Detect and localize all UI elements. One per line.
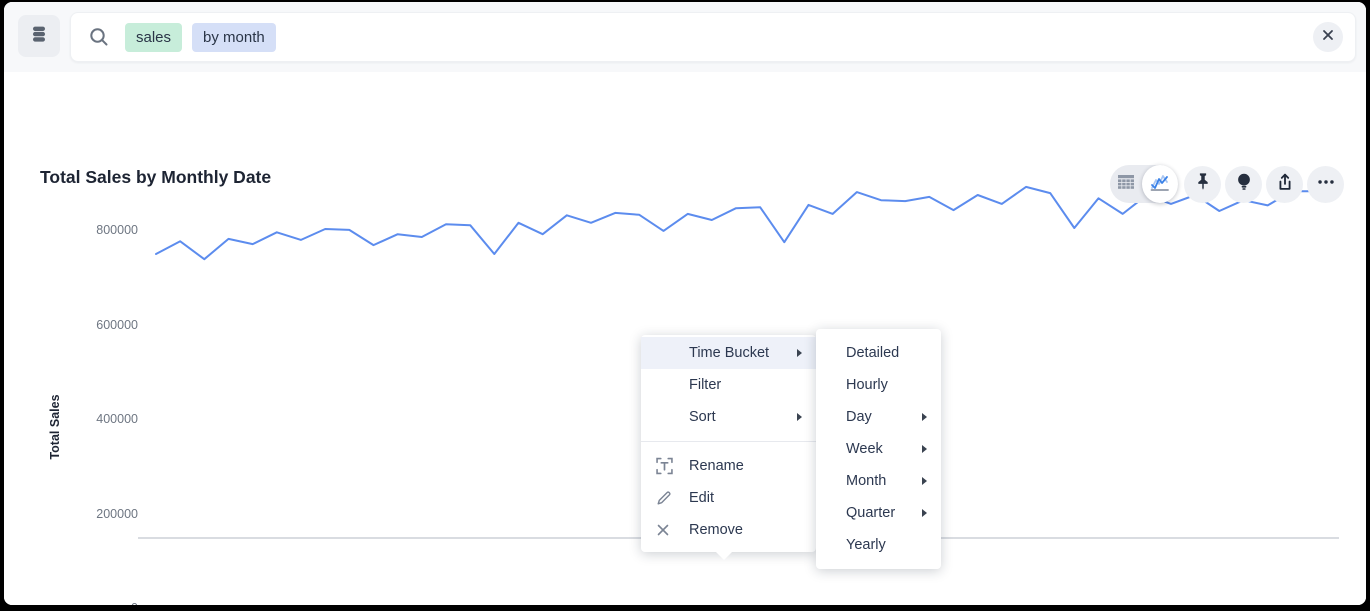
y-tick-label: 0	[58, 601, 138, 607]
menu-divider	[641, 441, 816, 442]
menu-item-rename[interactable]: Rename	[641, 450, 816, 482]
bulb-icon	[1233, 171, 1255, 198]
menu-item-label: Rename	[689, 458, 744, 474]
menu-item-label: Month	[846, 473, 886, 489]
chevron-right-icon	[797, 349, 802, 357]
pin-icon	[1192, 171, 1214, 198]
database-icon	[29, 24, 49, 49]
y-tick-label: 400000	[58, 412, 138, 426]
menu-item-label: Remove	[689, 522, 743, 538]
chevron-right-icon	[922, 413, 927, 421]
menu-item-remove[interactable]: Remove	[641, 514, 816, 546]
menu-item-label: Yearly	[846, 537, 886, 553]
share-button[interactable]	[1266, 166, 1303, 203]
clear-search-button[interactable]	[1313, 22, 1343, 52]
chevron-right-icon	[922, 445, 927, 453]
pin-button[interactable]	[1184, 166, 1221, 203]
submenu-item-detailed[interactable]: Detailed	[816, 337, 941, 369]
table-view-icon	[1116, 172, 1136, 197]
chart-toolbar	[1110, 165, 1344, 203]
menu-item-label: Hourly	[846, 377, 888, 393]
menu-item-label: Day	[846, 409, 872, 425]
menu-item-label: Detailed	[846, 345, 899, 361]
menu-item-label: Edit	[689, 490, 714, 506]
menu-item-edit[interactable]: Edit	[641, 482, 816, 514]
submenu-item-yearly[interactable]: Yearly	[816, 529, 941, 561]
more-icon	[1315, 171, 1337, 198]
chevron-right-icon	[922, 477, 927, 485]
menu-item-filter[interactable]: Filter	[641, 369, 816, 401]
rename-icon	[656, 458, 673, 475]
submenu-item-hourly[interactable]: Hourly	[816, 369, 941, 401]
search-tokens: sales by month	[125, 23, 1313, 52]
y-tick-label: 200000	[58, 507, 138, 521]
chevron-right-icon	[797, 413, 802, 421]
chart-title: Total Sales by Monthly Date	[40, 167, 271, 188]
menu-item-label: Filter	[689, 377, 721, 393]
view-toggle	[1110, 165, 1178, 203]
top-search-bar: sales by month	[4, 2, 1366, 72]
time-bucket-submenu: Detailed Hourly Day Week Month Quarter Yearly	[816, 329, 941, 569]
insights-button[interactable]	[1225, 166, 1262, 203]
search-token[interactable]: by month	[192, 23, 276, 52]
menu-item-sort[interactable]: Sort	[641, 401, 816, 433]
search-input[interactable]: sales by month	[70, 12, 1356, 62]
submenu-item-month[interactable]: Month	[816, 465, 941, 497]
chart-view-icon	[1149, 171, 1171, 198]
menu-item-label: Sort	[689, 409, 716, 425]
more-options-button[interactable]	[1307, 166, 1344, 203]
submenu-item-quarter[interactable]: Quarter	[816, 497, 941, 529]
app-window: sales by month Total Sales by Monthly Dat…	[2, 0, 1368, 607]
chart-view-button[interactable]	[1142, 165, 1178, 203]
x-icon	[656, 523, 670, 537]
close-icon	[1321, 28, 1335, 47]
table-view-button[interactable]	[1110, 165, 1142, 203]
y-tick-label: 600000	[58, 318, 138, 332]
menu-item-label: Quarter	[846, 505, 895, 521]
y-axis-title: Total Sales	[48, 394, 62, 459]
y-tick-label: 800000	[58, 223, 138, 237]
search-icon	[87, 25, 111, 49]
menu-item-label: Time Bucket	[689, 345, 769, 361]
data-source-button[interactable]	[18, 15, 60, 57]
menu-item-time-bucket[interactable]: Time Bucket	[641, 337, 816, 369]
submenu-item-day[interactable]: Day	[816, 401, 941, 433]
search-token[interactable]: sales	[125, 23, 182, 52]
submenu-item-week[interactable]: Week	[816, 433, 941, 465]
menu-item-label: Week	[846, 441, 883, 457]
share-icon	[1274, 171, 1296, 198]
chevron-right-icon	[922, 509, 927, 517]
pencil-icon	[656, 490, 672, 506]
column-context-menu: Time Bucket Filter Sort Rename Edit Remove	[641, 335, 816, 552]
